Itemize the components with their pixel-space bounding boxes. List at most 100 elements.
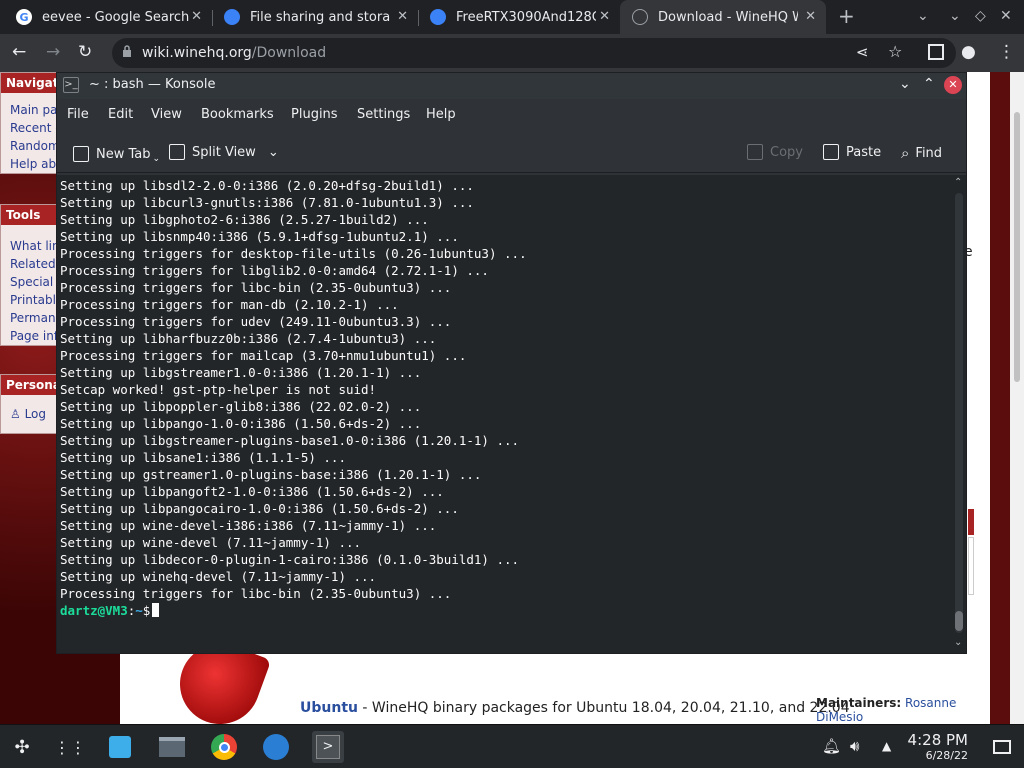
clock[interactable]: 4:28 PM 6/28/22 [902,731,968,762]
browser-tab-winehq[interactable]: Download - WineHQ W ✕ [620,0,826,34]
terminal-line: Processing triggers for mailcap (3.70+nm… [60,348,467,363]
window-close-icon[interactable]: ✕ [1000,8,1012,24]
new-tab-icon [73,146,89,162]
terminal-line: Processing triggers for desktop-file-uti… [60,246,527,261]
menu-plugins[interactable]: Plugins [291,107,338,122]
sidebar-link[interactable]: Printable [1,291,59,309]
edge-browser-icon[interactable] [260,731,292,763]
address-bar[interactable]: wiki.winehq.org/Download ⋖ ☆ [112,38,956,68]
scroll-thumb[interactable] [955,611,963,631]
sidepanel-icon[interactable] [928,44,944,60]
sidebar-link[interactable]: Permane [1,309,59,327]
browser-tabstrip: G eevee - Google Search ✕ File sharing a… [0,0,1024,34]
minimize-chevron-icon[interactable]: ⌄ [949,8,961,24]
terminal-line: Setting up libpoppler-glib8:i386 (22.02.… [60,399,422,414]
tab-title: FreeRTX3090And128Gi [456,9,596,25]
sidebar-link[interactable]: Main pa [1,101,59,119]
sidebar-link[interactable]: Help abo [1,155,59,173]
terminal-line: Setting up libgstreamer1.0-0:i386 (1.20.… [60,365,422,380]
terminal-line: Processing triggers for libc-bin (2.35-0… [60,280,452,295]
tab-close-icon[interactable]: ✕ [599,9,610,24]
file-manager-icon[interactable] [156,731,188,763]
new-tab-plus-icon[interactable]: + [838,4,855,28]
sidebar-link[interactable]: Recent c [1,119,59,137]
clock-time: 4:28 PM [907,731,968,749]
notifications-bell-icon[interactable]: 🔔︎ [822,737,841,755]
bookmark-star-icon[interactable]: ☆ [888,42,902,61]
reload-icon[interactable]: ↻ [78,42,92,62]
clock-date: 6/28/22 [925,749,968,762]
tray-expand-icon[interactable]: ▲ [882,739,891,753]
scroll-down-icon[interactable]: ⌄ [954,637,962,648]
terminal-line: Setting up wine-devel-i386:i386 (7.11~ja… [60,518,437,533]
sidebar-link[interactable]: Page inf [1,327,59,345]
sidebar-link[interactable]: What lin [1,237,59,255]
task-switcher-icon[interactable]: ⋮⋮ [54,731,86,763]
menu-bookmarks[interactable]: Bookmarks [201,107,274,122]
menu-settings[interactable]: Settings [357,107,410,122]
terminal-line: Setting up libsane1:i386 (1.1.1-5) ... [60,450,346,465]
ubuntu-link[interactable]: Ubuntu [300,700,358,716]
page-scrollbar[interactable] [1010,72,1024,724]
maintainer-link[interactable]: Rosanne [905,696,956,710]
tab-close-icon[interactable]: ✕ [397,9,408,24]
browser-tab-freertx[interactable]: FreeRTX3090And128Gi ✕ [418,0,620,34]
terminal-line: Setting up wine-devel (7.11~jammy-1) ... [60,535,362,550]
scroll-up-icon[interactable]: ⌃ [954,177,962,188]
browser-tab-file-sharing[interactable]: File sharing and storag ✕ [212,0,418,34]
konsole-task-icon[interactable]: > [312,731,344,763]
red-block [968,509,974,535]
terminal-line: Setting up libgphoto2-6:i386 (2.5.27-1bu… [60,212,429,227]
scrollbar-thumb[interactable] [1014,112,1020,382]
minimize-icon[interactable]: ⌄ [899,76,911,92]
forward-arrow-icon[interactable]: → [46,42,60,62]
find-button[interactable]: ⌕ Find [901,144,942,162]
browser-tab-google[interactable]: G eevee - Google Search ✕ [0,0,212,34]
konsole-titlebar[interactable]: >_ ~ : bash — Konsole ⌄ ⌃ ✕ [57,73,966,99]
terminal-output[interactable]: Setting up libsdl2-2.0-0:i386 (2.0.20+df… [57,175,952,653]
sidebar-link[interactable]: Related [1,255,59,273]
new-tab-button[interactable]: New Tab ⌄ [73,144,160,164]
prompt-symbol: $ [142,603,151,618]
close-icon[interactable]: ✕ [944,76,962,94]
paste-button[interactable]: Paste [823,144,881,160]
restore-diamond-icon[interactable]: ◇ [975,8,986,24]
terminal-scrollbar[interactable]: ⌃ ⌄ [952,175,966,653]
konsole-window: >_ ~ : bash — Konsole ⌄ ⌃ ✕ File Edit Vi… [56,72,967,654]
terminal-line: Processing triggers for libglib2.0-0:amd… [60,263,489,278]
scroll-track[interactable] [955,193,963,633]
show-desktop-icon[interactable] [986,731,1018,763]
tab-close-icon[interactable]: ✕ [191,9,202,24]
menu-file[interactable]: File [67,107,89,122]
maintainer-link[interactable]: DiMesio [816,710,863,724]
app-launcher-icon[interactable]: ✣ [6,731,38,763]
software-store-icon[interactable] [104,731,136,763]
menu-view[interactable]: View [151,107,182,122]
share-icon[interactable]: ⋖ [856,43,869,61]
copy-icon [747,144,763,160]
menu-help[interactable]: Help [426,107,456,122]
back-arrow-icon[interactable]: ← [12,42,26,62]
maintainers: Maintainers: Rosanne DiMesio [816,696,957,724]
copy-button[interactable]: Copy [747,144,803,160]
maximize-icon[interactable]: ⌃ [923,76,935,92]
split-view-button[interactable]: Split View ⌄ [169,144,279,160]
login-link[interactable]: ♙ Log [1,405,59,423]
menu-edit[interactable]: Edit [108,107,133,122]
volume-icon[interactable]: 🔊︎ [850,737,859,755]
paste-icon [823,144,839,160]
sidebar-header: Personal [1,375,65,395]
terminal-line: Setting up libcurl3-gnutls:i386 (7.81.0-… [60,195,474,210]
tab-close-icon[interactable]: ✕ [805,9,816,24]
menu-kebab-icon[interactable]: ⋮ [998,42,1015,62]
shell-prompt[interactable]: dartz@VM3:~$ [60,602,952,619]
terminal-line: Setting up libharfbuzz0b:i386 (2.7.4-1ub… [60,331,437,346]
konsole-menubar: File Edit View Bookmarks Plugins Setting… [57,101,966,129]
profile-icon[interactable]: ● [961,42,976,62]
lock-icon [123,45,131,57]
chrome-icon[interactable] [208,731,240,763]
edge-icon [224,9,240,25]
tab-search-chevron-icon[interactable]: ⌄ [917,8,929,24]
sidebar-link[interactable]: Special [1,273,59,291]
sidebar-link[interactable]: Random [1,137,59,155]
